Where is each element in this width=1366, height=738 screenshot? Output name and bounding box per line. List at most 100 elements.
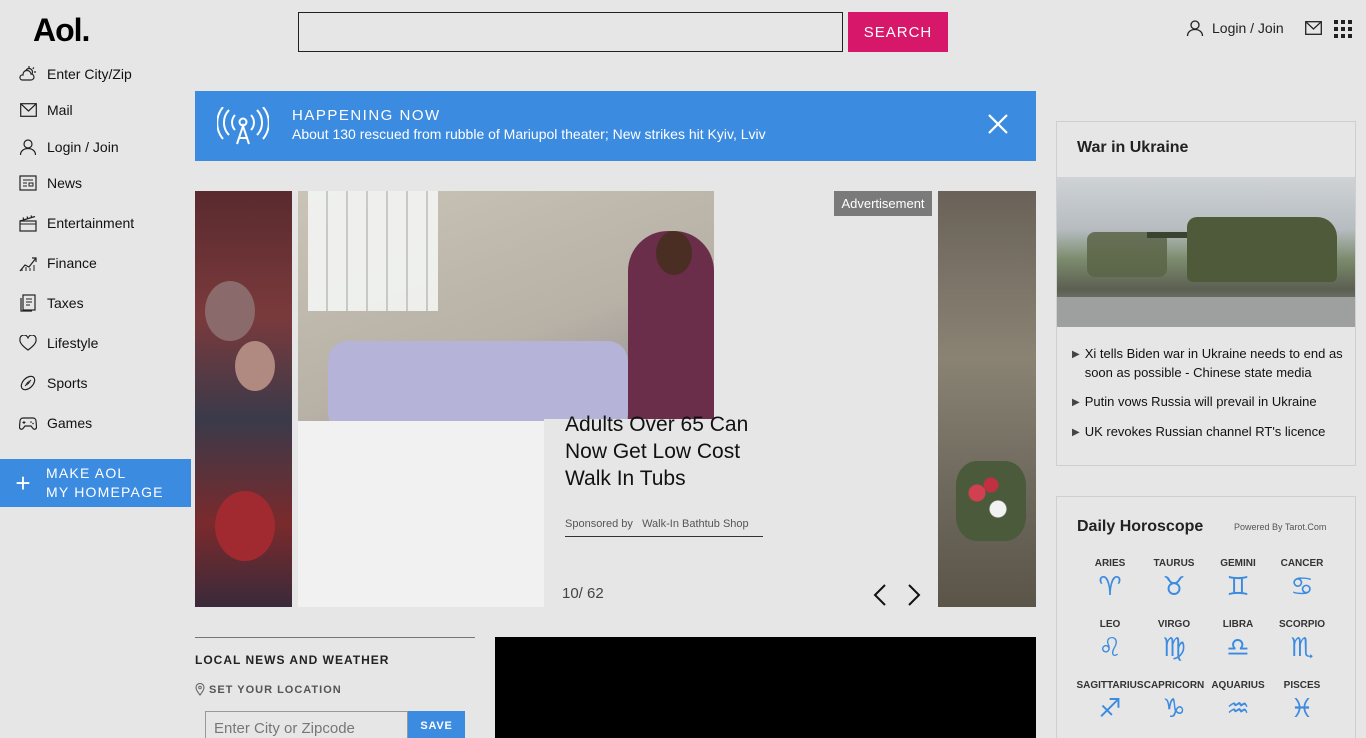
save-location-button[interactable]: SAVE: [408, 711, 465, 738]
heart-icon: [19, 334, 37, 352]
slide-counter: 10/ 62: [562, 585, 604, 602]
leo-icon: ♌: [1098, 632, 1122, 662]
play-triangle-icon: ▶: [1072, 349, 1080, 360]
apps-grid-icon[interactable]: [1334, 20, 1352, 38]
sign-taurus[interactable]: TAURUS ♉: [1139, 558, 1209, 603]
sign-name: SCORPIO: [1278, 619, 1326, 630]
football-icon: [19, 374, 37, 392]
top-login-label: Login / Join: [1212, 20, 1284, 36]
document-icon: [19, 294, 37, 312]
sidebar-item-finance[interactable]: Finance: [19, 253, 97, 273]
war-module-photo[interactable]: [1057, 177, 1355, 327]
sidebar-item-label: News: [47, 175, 83, 191]
city-zip-input[interactable]: Enter City or Zipcode: [205, 711, 408, 738]
mail-icon[interactable]: [1305, 21, 1322, 40]
clapperboard-icon: [19, 214, 37, 232]
sign-gemini[interactable]: GEMINI ♊: [1203, 558, 1273, 603]
play-triangle-icon: ▶: [1072, 427, 1080, 438]
war-module-title[interactable]: War in Ukraine: [1077, 139, 1188, 157]
sponsored-by-label: Sponsored by: [565, 518, 633, 530]
sign-scorpio[interactable]: SCORPIO ♏: [1267, 619, 1337, 664]
sign-name: VIRGO: [1157, 619, 1191, 630]
sidebar-item-mail[interactable]: Mail: [19, 100, 73, 120]
libra-icon: ♎: [1226, 632, 1250, 662]
chart-icon: [19, 254, 37, 272]
make-homepage-button[interactable]: + MAKE AOL MY HOMEPAGE: [0, 459, 191, 507]
sidebar-item-lifestyle[interactable]: Lifestyle: [19, 333, 98, 353]
aries-icon: ♈: [1098, 571, 1122, 601]
sign-pisces[interactable]: PISCES ♓: [1267, 680, 1337, 725]
sagittarius-icon: ♐: [1098, 693, 1122, 723]
sidebar-item-label: Lifestyle: [47, 335, 99, 351]
war-headline-item[interactable]: ▶ Xi tells Biden war in Ukraine needs to …: [1072, 344, 1347, 382]
make-home-line1: MAKE AOL: [46, 465, 127, 481]
sidebar-item-sports[interactable]: Sports: [19, 373, 87, 393]
news-icon: [19, 174, 37, 192]
close-icon[interactable]: [987, 113, 1009, 140]
capricorn-icon: ♑: [1162, 693, 1186, 723]
horoscope-title: Daily Horoscope: [1077, 518, 1204, 535]
aquarius-icon: ♒: [1226, 693, 1250, 723]
sign-name: ARIES: [1094, 558, 1126, 569]
cancer-icon: ♋: [1290, 571, 1314, 601]
aol-logo[interactable]: Aol.: [33, 12, 90, 49]
carousel-next-slide-image[interactable]: [938, 191, 1036, 607]
gemini-icon: ♊: [1226, 571, 1250, 601]
sponsor-line[interactable]: Sponsored by Walk-In Bathtub Shop: [565, 518, 763, 537]
sign-cancer[interactable]: CANCER ♋: [1267, 558, 1337, 603]
taurus-icon: ♉: [1162, 571, 1186, 601]
gamepad-icon: [19, 414, 37, 432]
sign-aries[interactable]: ARIES ♈: [1075, 558, 1145, 603]
user-icon: [1186, 20, 1204, 37]
pisces-icon: ♓: [1290, 693, 1314, 723]
sign-name: PISCES: [1283, 680, 1321, 691]
carousel-prev-slide-image[interactable]: [195, 191, 292, 607]
user-icon: [19, 138, 37, 156]
sidebar-item-label: Finance: [47, 255, 97, 271]
plus-icon: +: [15, 467, 31, 498]
sign-name: GEMINI: [1220, 558, 1256, 569]
carousel-headline[interactable]: Adults Over 65 Can Now Get Low Cost Walk…: [565, 411, 775, 492]
sign-aquarius[interactable]: AQUARIUS ♒: [1203, 680, 1273, 725]
sign-virgo[interactable]: VIRGO ♍: [1139, 619, 1209, 664]
sidebar-item-label: Sports: [47, 375, 88, 391]
sign-name: TAURUS: [1153, 558, 1195, 569]
weather-icon: [19, 65, 37, 83]
sidebar-item-login[interactable]: Login / Join: [19, 137, 119, 157]
sidebar-item-games[interactable]: Games: [19, 413, 92, 433]
sidebar-item-label: Taxes: [47, 295, 84, 311]
daily-horoscope-module: Daily Horoscope Powered By Tarot.Com ARI…: [1056, 496, 1356, 738]
chevron-right-icon[interactable]: [906, 583, 922, 607]
play-triangle-icon: ▶: [1072, 397, 1080, 408]
sidebar-item-news[interactable]: News: [19, 173, 82, 193]
sign-name: CANCER: [1280, 558, 1324, 569]
war-headline-item[interactable]: ▶ Putin vows Russia will prevail in Ukrai…: [1072, 392, 1347, 412]
war-headline-item[interactable]: ▶ UK revokes Russian channel RT's licence: [1072, 422, 1347, 442]
sidebar-item-weather[interactable]: Enter City/Zip: [19, 64, 132, 84]
sign-name: SAGITTARIUS: [1076, 680, 1144, 691]
sign-libra[interactable]: LIBRA ♎: [1203, 619, 1273, 664]
sign-name: CAPRICORN: [1143, 680, 1205, 691]
scorpio-icon: ♏: [1290, 632, 1314, 662]
horoscope-powered-by[interactable]: Powered By Tarot.Com: [1234, 522, 1326, 532]
happening-now-banner[interactable]: HAPPENING NOW About 130 rescued from rub…: [195, 91, 1036, 161]
make-home-line2: MY HOMEPAGE: [46, 484, 164, 500]
chevron-left-icon[interactable]: [872, 583, 888, 607]
set-location-link[interactable]: SET YOUR LOCATION: [195, 683, 342, 696]
sign-name: AQUARIUS: [1211, 680, 1265, 691]
search-input[interactable]: [298, 12, 843, 52]
sign-sagittarius[interactable]: SAGITTARIUS ♐: [1075, 680, 1145, 725]
broadcast-icon: [216, 106, 270, 152]
sign-leo[interactable]: LEO ♌: [1075, 619, 1145, 664]
top-login-link[interactable]: Login / Join: [1186, 19, 1284, 37]
video-player[interactable]: [495, 637, 1036, 738]
local-news-title: LOCAL NEWS AND WEATHER: [195, 653, 390, 667]
carousel-caption-card: Adults Over 65 Can Now Get Low Cost Walk…: [544, 413, 938, 607]
sidebar-item-taxes[interactable]: Taxes: [19, 293, 84, 313]
image-carousel: Advertisement Adults Over 65 Can Now Get…: [195, 191, 1036, 607]
happening-now-headline[interactable]: About 130 rescued from rubble of Mariupo…: [292, 126, 766, 142]
sign-capricorn[interactable]: CAPRICORN ♑: [1139, 680, 1209, 725]
search-button[interactable]: SEARCH: [848, 12, 948, 52]
sign-name: LIBRA: [1222, 619, 1254, 630]
sidebar-item-entertainment[interactable]: Entertainment: [19, 213, 134, 233]
